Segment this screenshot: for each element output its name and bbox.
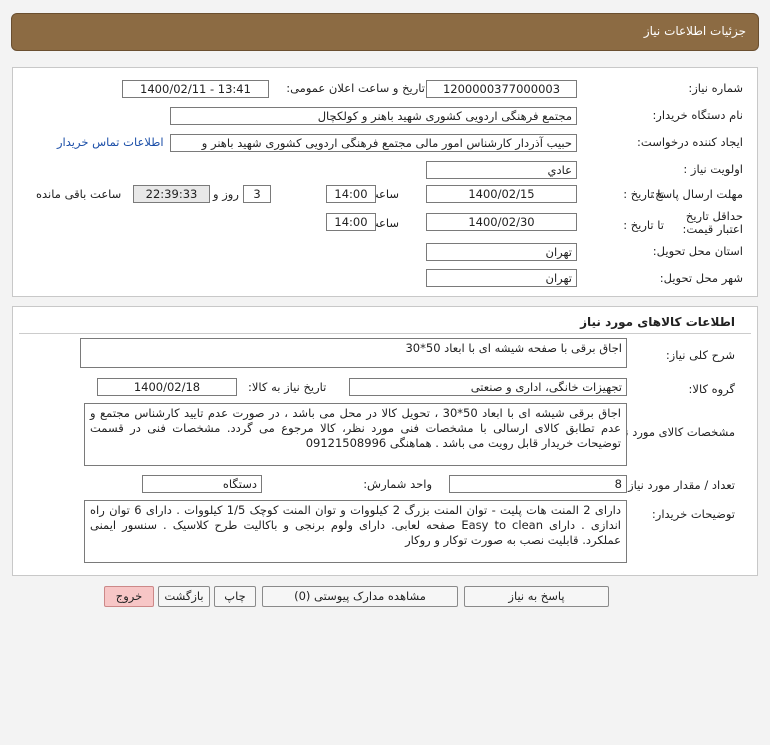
specs-field: اجاق برقی شیشه ای با ابعاد 50*30 ، تحویل… (84, 403, 627, 466)
back-button[interactable]: بازگشت (158, 586, 210, 607)
province-label: استان محل تحویل: (652, 244, 743, 258)
page-header: جزئیات اطلاعات نیاز (11, 13, 759, 51)
priority-label: اولویت نیاز : (683, 162, 743, 176)
section-divider (19, 333, 751, 334)
announce-date-label: تاریخ و ساعت اعلان عمومی: (286, 81, 425, 95)
summary-field: اجاق برقی با صفحه شیشه ای با ابعاد 50*30 (80, 338, 627, 368)
exit-button[interactable]: خروج (104, 586, 154, 607)
remaining-time-field: 22:39:33 (133, 185, 210, 203)
validity-to-date-label: تا تاریخ : (623, 218, 664, 232)
province-field: تهران (426, 243, 577, 261)
city-field: تهران (426, 269, 577, 287)
quantity-field: 8 (449, 475, 627, 493)
buyer-org-field: مجتمع فرهنگی اردویی کشوری شهید باهنر و ک… (170, 107, 577, 125)
goods-group-label: گروه کالا: (688, 382, 735, 396)
days-remaining-field: 3 (243, 185, 271, 203)
buyer-contact-link[interactable]: اطلاعات تماس خریدار (57, 135, 164, 149)
goods-panel: اطلاعات کالاهای مورد نیاز شرح کلی نیاز: … (12, 306, 758, 576)
announce-date-field: 1400/02/11 - 13:41 (122, 80, 269, 98)
buyer-org-label: نام دستگاه خریدار: (652, 108, 743, 122)
days-label: روز و (213, 187, 239, 201)
requester-field: حبیب آذردار کارشناس امور مالی مجتمع فرهن… (170, 134, 577, 152)
need-number-label: شماره نیاز: (688, 81, 743, 95)
requester-label: ایجاد کننده درخواست: (637, 135, 743, 149)
summary-label: شرح کلی نیاز: (665, 348, 735, 362)
validity-time-field: 14:00 (326, 213, 376, 231)
attachments-button[interactable]: مشاهده مدارک پیوستی (0) (262, 586, 458, 607)
price-validity-label: حداقل تاریخ اعتبار قیمت: (682, 209, 744, 236)
specs-label: مشخصات کالای مورد نیاز: (608, 425, 735, 439)
validity-date-field: 1400/02/30 (426, 213, 577, 231)
buyer-notes-field: دارای 2 المنت هات پلیت - توان المنت بزرگ… (84, 500, 627, 563)
goods-group-field: تجهیزات خانگی، اداری و صنعتی (349, 378, 627, 396)
unit-label: واحد شمارش: (363, 477, 432, 491)
reply-date-field: 1400/02/15 (426, 185, 577, 203)
details-panel: شماره نیاز: 1200000377000003 تاریخ و ساع… (12, 67, 758, 297)
reply-to-date-label: تا تاریخ : (623, 187, 664, 201)
need-number-field: 1200000377000003 (426, 80, 577, 98)
goods-section-title: اطلاعات کالاهای مورد نیاز (580, 315, 735, 329)
reply-time-field: 14:00 (326, 185, 376, 203)
page-title: جزئیات اطلاعات نیاز (643, 24, 746, 38)
buyer-notes-label: توضیحات خریدار: (651, 507, 735, 521)
reply-deadline-label: مهلت ارسال پاسخ: (651, 187, 743, 201)
city-label: شهر محل تحویل: (659, 271, 743, 285)
remaining-time-label: ساعت باقی مانده (36, 187, 122, 201)
need-date-field: 1400/02/18 (97, 378, 237, 396)
unit-field: دستگاه (142, 475, 262, 493)
need-date-label: تاریخ نیاز به کالا: (248, 380, 327, 394)
reply-button[interactable]: پاسخ به نیاز (464, 586, 609, 607)
print-button[interactable]: چاپ (214, 586, 256, 607)
quantity-label: تعداد / مقدار مورد نیاز: (624, 478, 735, 492)
priority-field: عادي (426, 161, 577, 179)
